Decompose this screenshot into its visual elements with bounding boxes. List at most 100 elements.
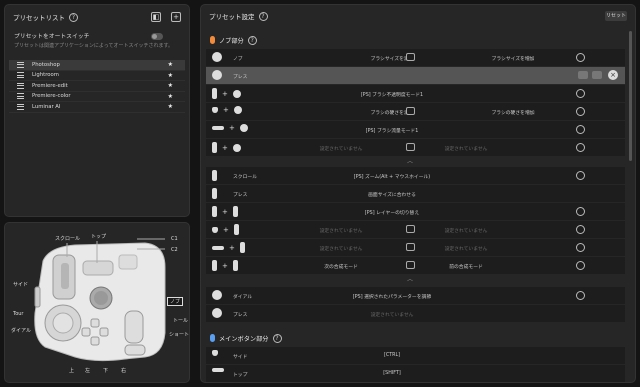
gear-icon[interactable]: [576, 89, 585, 98]
import-preset-icon[interactable]: ◧: [151, 12, 161, 22]
collapse-chevron-icon[interactable]: ︿: [407, 156, 413, 165]
right-label[interactable]: 右: [121, 367, 126, 374]
swap-icon[interactable]: [406, 53, 415, 61]
action-left[interactable]: 設定されていません: [320, 227, 363, 234]
help-icon[interactable]: ?: [247, 35, 257, 45]
row-label: ダイアル: [233, 295, 253, 300]
knob-label[interactable]: ノブ: [167, 297, 184, 306]
help-icon[interactable]: ?: [272, 333, 282, 343]
action-right[interactable]: 前の合成モード: [449, 263, 483, 270]
action-left[interactable]: 設定されていません: [371, 311, 414, 318]
star-icon[interactable]: ★: [168, 82, 173, 89]
action-left[interactable]: 設定されていません: [320, 245, 363, 252]
mapping-row-scroll[interactable]: スクロール [PS] ズーム(Alt + マウスホイール): [206, 167, 625, 184]
mapping-row-scroll-combo-3[interactable]: + 設定されていません 設定されていません: [206, 239, 625, 256]
mapping-row-scroll-combo-2[interactable]: + 設定されていません 設定されていません: [206, 221, 625, 238]
swap-icon[interactable]: [406, 143, 415, 151]
mapping-row-press[interactable]: プレス ×: [206, 67, 625, 84]
c2-label[interactable]: C2: [171, 247, 178, 253]
action-right[interactable]: 設定されていません: [445, 227, 488, 234]
scroll-label[interactable]: スクロール: [55, 235, 80, 242]
preset-item-luminar-ai[interactable]: Luminar AI ★: [9, 102, 185, 113]
star-icon[interactable]: ★: [168, 72, 173, 79]
mapping-row-scroll-combo-4[interactable]: + 次の合成モード 前の合成モード: [206, 257, 625, 274]
up-label[interactable]: 上: [69, 367, 74, 374]
mapping-row-combo-3[interactable]: + [PS] ブラシ流量モード1: [206, 121, 625, 138]
action-left[interactable]: [PS] 選択されたパラメーターを調節: [353, 293, 431, 300]
gear-icon[interactable]: [576, 225, 585, 234]
swap-icon[interactable]: [406, 261, 415, 269]
action-left[interactable]: 次の合成モード: [324, 263, 358, 270]
gear-icon[interactable]: [576, 243, 585, 252]
down-label[interactable]: 下: [103, 367, 108, 374]
gear-icon[interactable]: [576, 291, 585, 300]
preset-list-panel: プリセットリスト ? ◧ + プリセットをオートスイッチ プリセットは関連アプリ…: [4, 4, 190, 217]
mapping-row-side[interactable]: サイド [CTRL]: [206, 347, 625, 364]
action-left[interactable]: [CTRL]: [384, 353, 400, 358]
c1-label[interactable]: C1: [171, 236, 178, 242]
mapping-row-dial[interactable]: ダイアル [PS] 選択されたパラメーターを調節: [206, 287, 625, 304]
preset-item-premiere-color[interactable]: Premiere-color ★: [9, 92, 185, 102]
preset-list: Photoshop ★ Lightroom ★ Premiere-edit ★ Pre…: [9, 60, 185, 113]
action-left[interactable]: [SHIFT]: [383, 371, 400, 376]
help-icon[interactable]: ?: [69, 12, 78, 22]
swap-icon[interactable]: [406, 243, 415, 251]
action-left[interactable]: 画面サイズに合わせる: [368, 191, 416, 198]
reset-button[interactable]: リセット: [605, 11, 627, 21]
gear-icon[interactable]: [576, 107, 585, 116]
action-right[interactable]: 設定されていません: [445, 145, 488, 152]
scrollbar[interactable]: [629, 31, 632, 161]
gear-icon[interactable]: [576, 53, 585, 62]
edit-button[interactable]: [578, 71, 588, 79]
mapping-row-dial-press[interactable]: プレス 設定されていません: [206, 305, 625, 322]
preset-item-lightroom[interactable]: Lightroom ★: [9, 71, 185, 81]
top-label[interactable]: トップ: [91, 233, 106, 240]
short-label[interactable]: ショート: [169, 331, 189, 338]
section-marker: [210, 334, 215, 342]
action-left[interactable]: [PS] レイヤーの切り替え: [365, 209, 419, 216]
star-icon[interactable]: ★: [168, 61, 173, 68]
gear-icon[interactable]: [576, 261, 585, 270]
mapping-row-combo-1[interactable]: + [PS] ブラシ不透明度モード1: [206, 85, 625, 102]
action-left[interactable]: 設定されていません: [320, 145, 363, 152]
action-left[interactable]: [PS] ズーム(Alt + マウスホイール): [354, 173, 430, 180]
mapping-row-knob[interactable]: ノブ ブラシサイズを減少 ブラシサイズを増加: [206, 49, 625, 66]
action-left[interactable]: [PS] ブラシ流量モード1: [366, 127, 419, 134]
left-label[interactable]: 左: [85, 367, 90, 374]
action-right[interactable]: ブラシサイズを増加: [492, 55, 535, 62]
more-button[interactable]: [592, 71, 602, 79]
close-icon[interactable]: ×: [608, 70, 618, 80]
side-label[interactable]: サイド: [13, 281, 28, 288]
mapping-row-top[interactable]: トップ [SHIFT]: [206, 365, 625, 382]
action-left[interactable]: [PS] ブラシ不透明度モード1: [361, 91, 423, 98]
add-preset-icon[interactable]: +: [171, 12, 181, 22]
star-icon[interactable]: ★: [168, 93, 173, 100]
list-icon: [17, 82, 24, 89]
action-right[interactable]: ブラシの硬さを増加: [491, 109, 534, 116]
mapping-row-scroll-combo-1[interactable]: + [PS] レイヤーの切り替え: [206, 203, 625, 220]
collapse-chevron-icon[interactable]: ︿: [407, 274, 413, 283]
preset-item-premiere-edit[interactable]: Premiere-edit ★: [9, 81, 185, 92]
auto-switch-description: プリセットは関連アプリケーションによってオートスイッチされます。: [14, 43, 174, 49]
swap-icon[interactable]: [406, 225, 415, 233]
row-label: トップ: [233, 373, 248, 378]
auto-switch-toggle[interactable]: [151, 33, 163, 40]
mapping-row-scroll-press[interactable]: プレス 画面サイズに合わせる: [206, 185, 625, 202]
knob-icon: [232, 143, 241, 152]
tall-label[interactable]: トール: [173, 317, 188, 324]
help-icon[interactable]: ?: [258, 11, 268, 21]
mapping-row-combo-4[interactable]: + 設定されていません 設定されていません: [206, 139, 625, 156]
action-right[interactable]: 設定されていません: [445, 245, 488, 252]
device-diagram-panel: スクロール トップ C1 C2 サイド ノブ Tour ダイアル トール ショー…: [4, 222, 190, 383]
gear-icon[interactable]: [576, 207, 585, 216]
gear-icon[interactable]: [576, 143, 585, 152]
preset-item-photoshop[interactable]: Photoshop ★: [9, 60, 185, 71]
gear-icon[interactable]: [576, 125, 585, 134]
gear-icon[interactable]: [576, 171, 585, 180]
row-label: プレス: [233, 75, 248, 80]
swap-icon[interactable]: [406, 107, 415, 115]
dial-label[interactable]: ダイアル: [11, 327, 31, 334]
tour-label[interactable]: Tour: [13, 311, 24, 317]
star-icon[interactable]: ★: [168, 103, 173, 110]
mapping-row-combo-2[interactable]: + ブラシの硬さを減少 ブラシの硬さを増加: [206, 103, 625, 120]
